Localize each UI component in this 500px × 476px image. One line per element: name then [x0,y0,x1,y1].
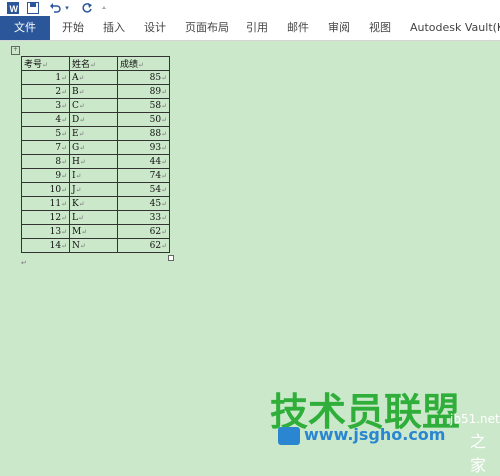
table-row: 11↵ K↵ 45↵ [21,196,170,211]
exam-no-cell[interactable]: 8↵ [21,154,70,169]
exam-no-cell[interactable]: 11↵ [21,196,70,211]
name-cell[interactable]: I↵ [69,168,118,183]
ribbon-tabs: 文件 开始 插入 设计 页面布局 引用 邮件 审阅 视图 Autodesk Va… [0,16,500,41]
score-cell[interactable]: 50↵ [117,112,170,127]
exam-no-cell[interactable]: 3↵ [21,98,70,113]
exam-no-cell[interactable]: 7↵ [21,140,70,155]
table-row: 3↵ C↵ 58↵ [21,98,170,113]
tab-page-layout[interactable]: 页面布局 [185,16,229,40]
table-row: 8↵ H↵ 44↵ [21,154,170,169]
redo-icon[interactable] [80,0,94,16]
score-cell[interactable]: 44↵ [117,154,170,169]
watermark-logo-icon [278,427,300,445]
customize-qat-icon[interactable]: ⩡ [100,0,108,16]
paragraph-mark: ↵ [21,259,27,267]
quick-access-toolbar: W ▾ ⩡ [0,0,500,16]
tab-review[interactable]: 审阅 [328,16,350,40]
table-move-handle-icon[interactable]: + [11,46,20,55]
table-row: 12↵ L↵ 33↵ [21,210,170,225]
watermark-corner-text: 之家 [470,432,487,475]
watermark-corner-site: jb51.net [450,412,500,426]
undo-dropdown-icon[interactable]: ▾ [63,0,71,16]
name-cell[interactable]: E↵ [69,126,118,141]
tab-insert[interactable]: 插入 [103,16,125,40]
header-cell-score[interactable]: 成绩↵ [117,56,170,71]
score-cell[interactable]: 62↵ [117,224,170,239]
tab-references[interactable]: 引用 [246,16,268,40]
name-cell[interactable]: M↵ [69,224,118,239]
tab-home[interactable]: 开始 [62,16,84,40]
table-row: 5↵ E↵ 88↵ [21,126,170,141]
name-cell[interactable]: C↵ [69,98,118,113]
score-cell[interactable]: 88↵ [117,126,170,141]
tab-autodesk-vault[interactable]: Autodesk Vault(K) [410,16,500,40]
score-cell[interactable]: 93↵ [117,140,170,155]
name-cell[interactable]: N↵ [69,238,118,253]
table-resize-handle[interactable] [168,255,174,261]
table-row: 7↵ G↵ 93↵ [21,140,170,155]
exam-no-cell[interactable]: 13↵ [21,224,70,239]
exam-no-cell[interactable]: 14↵ [21,238,70,253]
watermark-url: www.jsgho.com [304,425,446,444]
tab-file[interactable]: 文件 [0,16,50,40]
score-cell[interactable]: 74↵ [117,168,170,183]
name-cell[interactable]: D↵ [69,112,118,127]
score-cell[interactable]: 62↵ [117,238,170,253]
name-cell[interactable]: L↵ [69,210,118,225]
name-cell[interactable]: B↵ [69,84,118,99]
score-cell[interactable]: 45↵ [117,196,170,211]
score-cell[interactable]: 33↵ [117,210,170,225]
table-row: 10↵ J↵ 54↵ [21,182,170,197]
exam-no-cell[interactable]: 9↵ [21,168,70,183]
exam-no-cell[interactable]: 4↵ [21,112,70,127]
tab-view[interactable]: 视图 [369,16,391,40]
table-row: 13↵ M↵ 62↵ [21,224,170,239]
undo-icon[interactable] [48,0,62,16]
header-cell-exam-no[interactable]: 考号↵ [21,56,70,71]
exam-no-cell[interactable]: 5↵ [21,126,70,141]
score-cell[interactable]: 58↵ [117,98,170,113]
exam-no-cell[interactable]: 2↵ [21,84,70,99]
table-row: 14↵ N↵ 62↵ [21,238,170,253]
save-icon[interactable] [26,0,40,16]
score-cell[interactable]: 89↵ [117,84,170,99]
name-cell[interactable]: H↵ [69,154,118,169]
score-table[interactable]: 考号↵ 姓名↵ 成绩↵ 1↵ A↵ 85↵ 2↵ B↵ 89↵ 3↵ C↵ 58↵ 4↵ D↵ 50↵… [21,56,170,253]
exam-no-cell[interactable]: 12↵ [21,210,70,225]
exam-no-cell[interactable]: 1↵ [21,70,70,85]
name-cell[interactable]: A↵ [69,70,118,85]
table-header-row: 考号↵ 姓名↵ 成绩↵ [21,56,170,71]
word-app-icon: W [6,0,20,16]
table-row: 2↵ B↵ 89↵ [21,84,170,99]
table-row: 9↵ I↵ 74↵ [21,168,170,183]
header-cell-name[interactable]: 姓名↵ [69,56,118,71]
tab-mailings[interactable]: 邮件 [287,16,309,40]
table-row: 4↵ D↵ 50↵ [21,112,170,127]
score-cell[interactable]: 54↵ [117,182,170,197]
name-cell[interactable]: G↵ [69,140,118,155]
tab-design[interactable]: 设计 [144,16,166,40]
name-cell[interactable]: J↵ [69,182,118,197]
table-row: 1↵ A↵ 85↵ [21,70,170,85]
score-cell[interactable]: 85↵ [117,70,170,85]
name-cell[interactable]: K↵ [69,196,118,211]
exam-no-cell[interactable]: 10↵ [21,182,70,197]
svg-text:W: W [10,4,19,14]
